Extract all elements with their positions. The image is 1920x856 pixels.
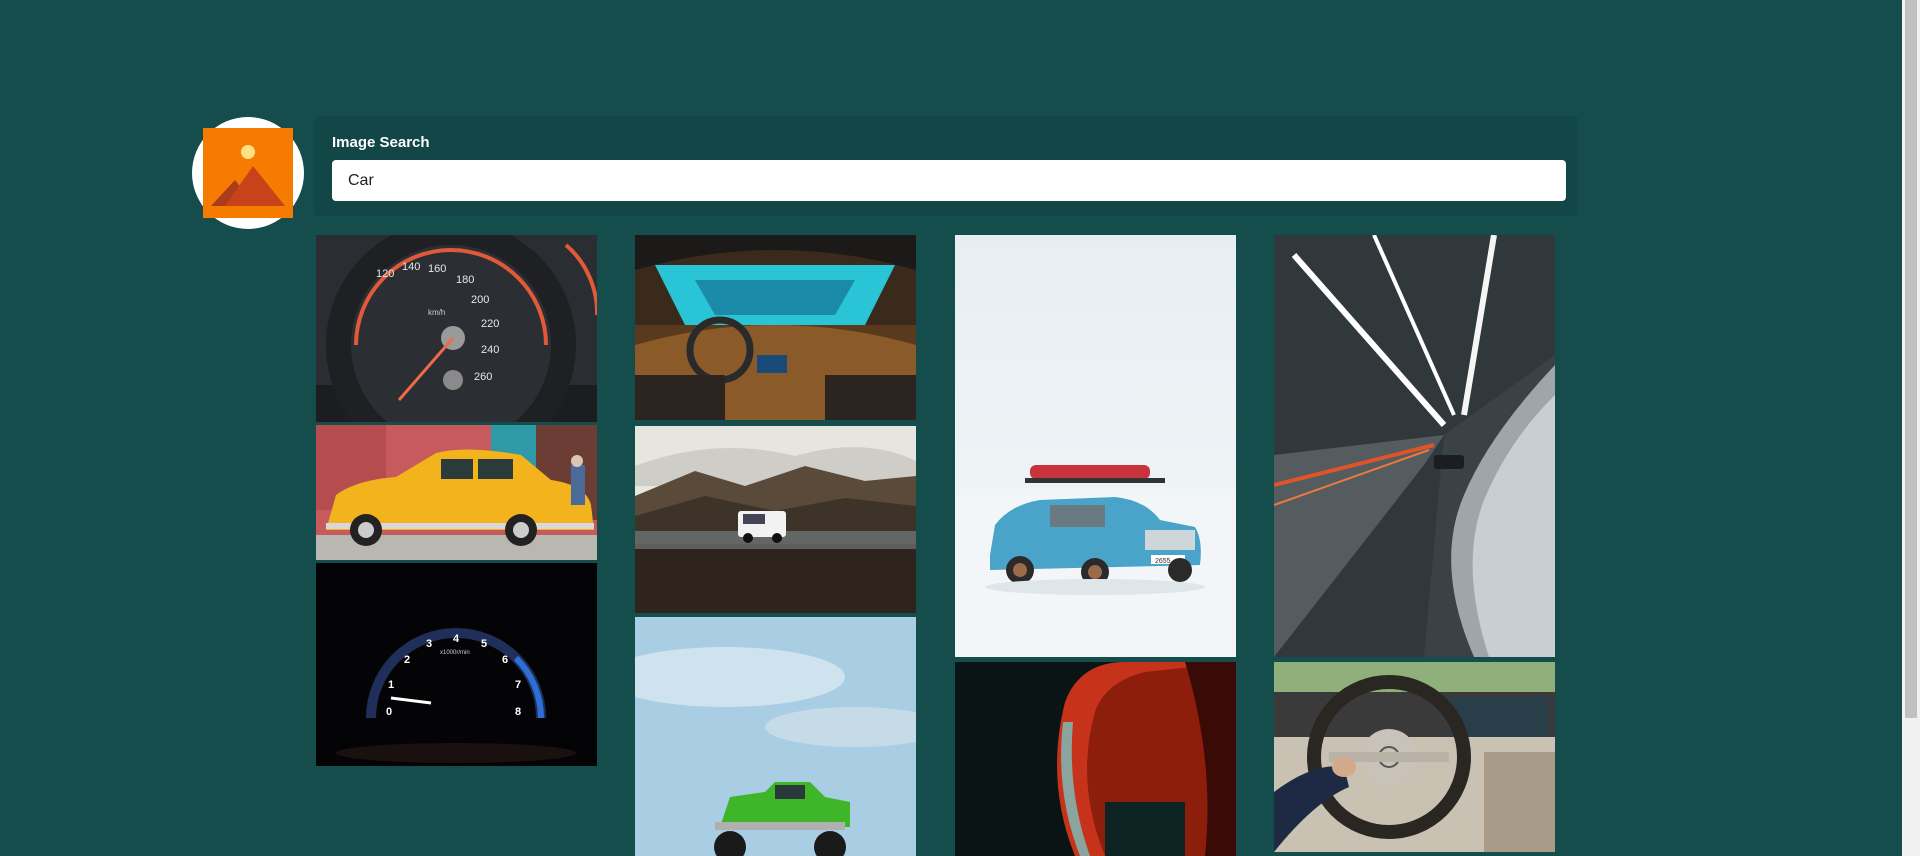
search-label: Image Search (332, 134, 430, 151)
image-tile-steering-wheel[interactable] (1274, 662, 1555, 852)
image-tile-speedometer[interactable]: 120 140 160 180 200 220 240 260 km/h (316, 235, 597, 422)
app-logo (192, 117, 304, 229)
speed-tick: 240 (481, 344, 499, 356)
tach-tick: 7 (515, 679, 521, 691)
search-panel: Image Search (314, 116, 1578, 216)
page-scrollbar[interactable] (1902, 0, 1920, 856)
speed-tick: 160 (428, 263, 446, 275)
speed-tick: 140 (402, 261, 420, 273)
image-tile-tachometer[interactable]: 0 1 2 3 4 5 6 7 8 x1000r/min (316, 563, 597, 766)
tach-unit: x1000r/min (440, 650, 470, 656)
image-tile-red-car-detail[interactable] (955, 662, 1236, 856)
speed-unit: km/h (428, 308, 445, 317)
speed-tick: 120 (376, 268, 394, 280)
image-icon (203, 128, 293, 218)
tach-tick: 5 (481, 638, 487, 650)
image-tile-yellow-classic-car[interactable] (316, 425, 597, 560)
image-tile-car-interior-lightspeed[interactable] (635, 235, 916, 420)
image-tile-green-monster-truck[interactable] (635, 617, 916, 856)
tach-tick: 0 (386, 706, 392, 718)
license-plate: 2655 (1155, 558, 1171, 565)
image-tile-blue-car-snow[interactable]: 2655 (955, 235, 1236, 657)
speed-tick: 200 (471, 294, 489, 306)
tach-tick: 6 (502, 654, 508, 666)
scrollbar-thumb[interactable] (1905, 0, 1917, 718)
speed-tick: 220 (481, 318, 499, 330)
search-input[interactable] (332, 160, 1566, 201)
tach-tick: 1 (388, 679, 394, 691)
image-tile-tunnel-speed[interactable] (1274, 235, 1555, 657)
image-tile-white-suv-mountains[interactable] (635, 426, 916, 613)
tach-tick: 3 (426, 638, 432, 650)
tach-tick: 8 (515, 706, 521, 718)
tach-tick: 4 (453, 633, 460, 645)
tach-tick: 2 (404, 654, 410, 666)
speed-tick: 180 (456, 274, 474, 286)
speed-tick: 260 (474, 371, 492, 383)
